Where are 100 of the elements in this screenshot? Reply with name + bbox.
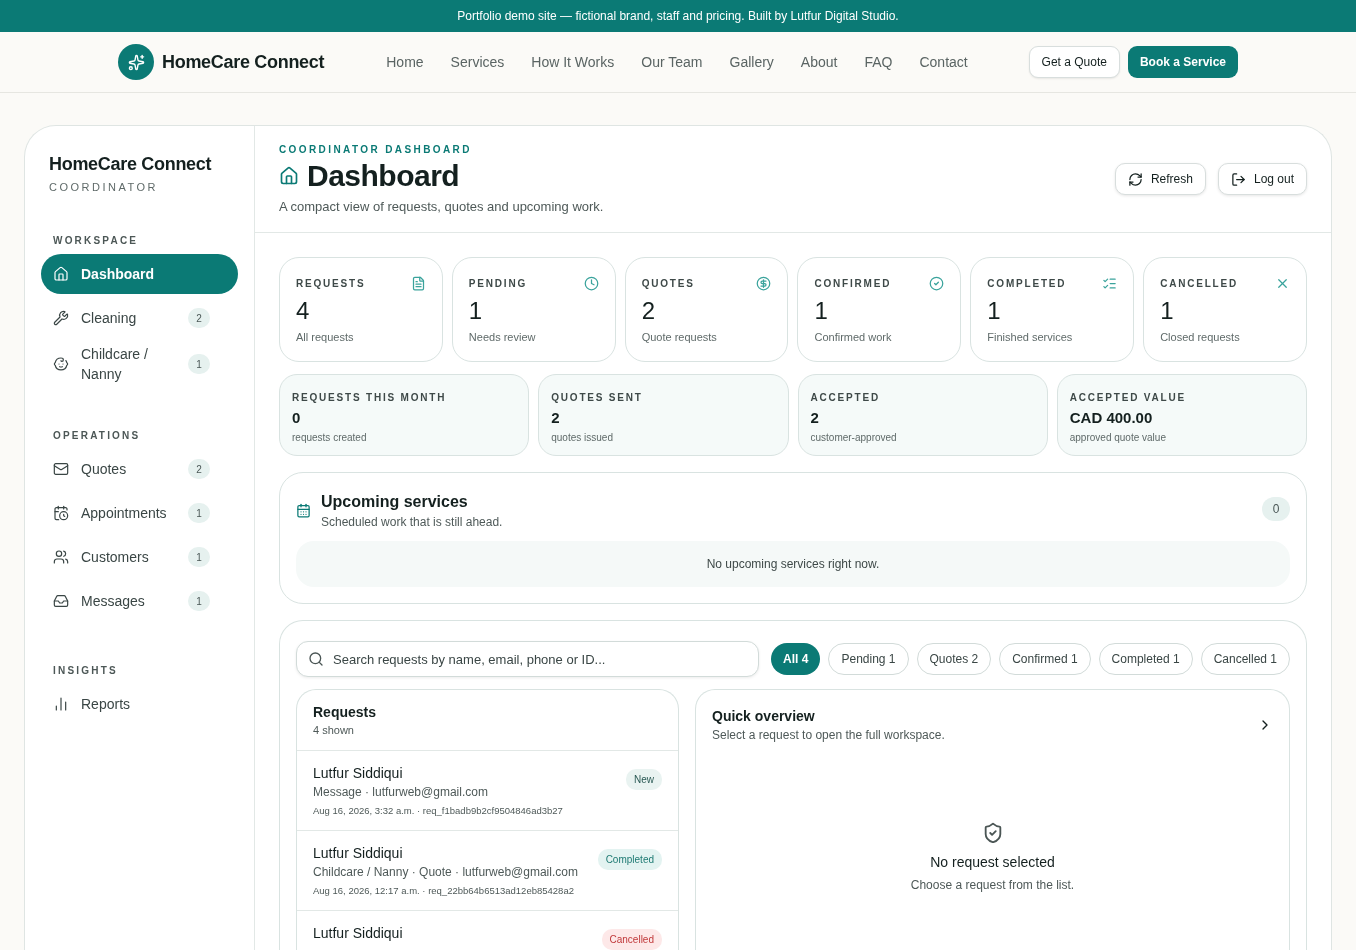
brand-name[interactable]: HomeCare Connect [162, 51, 325, 73]
stat-label: CANCELLED [1160, 278, 1239, 289]
overview-title: Quick overview [712, 708, 816, 724]
request-date: Aug 16, 2026, 3:32 a.m. · req_f1badb9b2cf9504846ad3b27 [313, 805, 564, 816]
empty-text: Choose a request from the list. [910, 878, 1075, 892]
request-row[interactable]: Lutfur Siddiqui Cancelled [297, 911, 678, 950]
inbox-icon [53, 593, 69, 609]
stat-label: QUOTES [641, 278, 695, 289]
metric-value: 2 [810, 409, 820, 426]
sidebar-item[interactable]: Dashboard [41, 254, 238, 294]
home-icon [279, 166, 299, 186]
get-quote-button[interactable]: Get a Quote [1028, 46, 1120, 78]
stat-note: Finished services [987, 331, 1074, 343]
baby-face-icon [53, 356, 69, 372]
stat-note: Closed requests [1160, 331, 1241, 343]
metric-value: 0 [292, 409, 302, 426]
filter-chip[interactable]: All 4 [771, 643, 821, 675]
stat-label: COMPLETED [987, 278, 1067, 289]
nav-link[interactable]: Our Team [641, 54, 703, 70]
calendar-clock-icon [53, 505, 69, 521]
sidebar-item[interactable]: Cleaning 2 [41, 298, 238, 338]
panel-title: Upcoming services [321, 493, 469, 511]
sidebar-item[interactable]: Appointments 1 [41, 493, 238, 533]
stat-value: 4 [296, 297, 311, 325]
list-title: Requests [313, 704, 378, 720]
sidebar-item[interactable]: Customers 1 [41, 537, 238, 577]
request-name: Lutfur Siddiqui [313, 845, 404, 861]
nav-link[interactable]: Home [386, 54, 424, 70]
metric-label: ACCEPTED [810, 392, 880, 403]
sidebar-item[interactable]: Quotes 2 [41, 449, 238, 489]
sparkle-logo-icon[interactable] [118, 44, 154, 80]
section-title: WORKSPACE [52, 235, 140, 246]
count-badge: 2 [188, 459, 210, 479]
stat-value: 1 [1160, 297, 1175, 325]
panel-subtitle: Scheduled work that is still ahead. [321, 515, 504, 529]
stat-note: Needs review [468, 331, 537, 343]
metric-note: customer-approved [810, 432, 898, 443]
empty-title: No request selected [930, 854, 1055, 870]
stat-label: REQUESTS [296, 278, 366, 289]
metric-label: ACCEPTED VALUE [1069, 392, 1186, 403]
search-field[interactable]: Search requests by name, email, phone or ID... [296, 641, 760, 677]
count-badge: 1 [188, 354, 210, 374]
request-row[interactable]: Lutfur Siddiqui Message · lutfurweb@gmail.com Aug 16, 2026, 3:32 a.m. · req_f1badb9b2cf9504846ad3b27 New [297, 751, 678, 831]
nav-link[interactable]: About [800, 54, 838, 70]
nav-link[interactable]: FAQ [864, 54, 893, 70]
metric-label: REQUESTS THIS MONTH [292, 392, 447, 403]
logout-button[interactable]: Log out [1217, 163, 1307, 195]
metric-label: QUOTES SENT [551, 392, 643, 403]
status-badge: Cancelled [601, 929, 662, 950]
empty-message: No upcoming services right now. [296, 541, 1290, 587]
sidebar-item[interactable]: Messages 1 [41, 581, 238, 621]
refresh-button[interactable]: Refresh [1114, 163, 1206, 195]
bar-chart-icon [53, 696, 69, 712]
status-badge: New [626, 769, 662, 790]
list-subtitle: 4 shown [313, 724, 355, 736]
sidebar-brand: HomeCare Connect [48, 154, 213, 175]
request-meta: Childcare / Nanny · Quote · lutfurweb@gmail.com [313, 865, 579, 879]
refresh-icon [1127, 171, 1143, 187]
filter-chip[interactable]: Cancelled 1 [1200, 643, 1290, 675]
stat-value: 1 [987, 297, 1002, 325]
metric-note: approved quote value [1069, 432, 1167, 443]
filter-chip[interactable]: Quotes 2 [916, 643, 992, 675]
home-icon [53, 266, 69, 282]
sidebar-item[interactable]: Childcare / Nanny 1 [41, 342, 238, 386]
stat-note: Confirmed work [814, 331, 893, 343]
request-row[interactable]: Lutfur Siddiqui Childcare / Nanny · Quote · lutfurweb@gmail.com Aug 16, 2026, 12:17 a.m. · req_22bb64b6513ad12eb85428a2 Completed [297, 831, 678, 911]
demo-banner: Portfolio demo site — fictional brand, staff and pricing. Built by Lutfur Digital Studio. [0, 0, 1356, 32]
calendar-icon [296, 503, 311, 518]
metric-value: 2 [551, 409, 561, 426]
filter-chip[interactable]: Completed 1 [1098, 643, 1193, 675]
logout-icon [1230, 171, 1246, 187]
stat-value: 1 [468, 297, 484, 325]
request-meta: Message · lutfurweb@gmail.com [313, 785, 489, 799]
stat-label: CONFIRMED [814, 278, 892, 289]
stat-note: All requests [296, 331, 355, 343]
filter-chip[interactable]: Confirmed 1 [999, 643, 1091, 675]
nav-link[interactable]: Contact [919, 54, 968, 70]
count-badge: 1 [188, 547, 210, 567]
nav-link[interactable]: How It Works [531, 54, 615, 70]
count-badge: 1 [188, 591, 210, 611]
metric-note: quotes issued [551, 432, 614, 443]
envelope-icon [53, 461, 69, 477]
people-icon [53, 549, 69, 565]
count-badge: 0 [1262, 497, 1290, 521]
request-name: Lutfur Siddiqui [313, 925, 404, 941]
book-service-button[interactable]: Book a Service [1127, 46, 1238, 78]
nav-link[interactable]: Gallery [729, 54, 774, 70]
request-name: Lutfur Siddiqui [313, 765, 404, 781]
status-badge: Completed [597, 849, 662, 870]
filter-chip[interactable]: Pending 1 [828, 643, 909, 675]
search-icon [308, 651, 324, 667]
page-subtitle: A compact view of requests, quotes and upcoming work. [279, 199, 605, 214]
metric-note: requests created [292, 432, 368, 443]
sidebar-item[interactable]: Reports [41, 684, 238, 724]
count-badge: 1 [188, 503, 210, 523]
overview-subtitle: Select a request to open the full workspace. [712, 728, 946, 742]
stat-value: 1 [814, 297, 829, 325]
stat-note: Quote requests [641, 331, 718, 343]
section-title: INSIGHTS [52, 665, 119, 676]
nav-link[interactable]: Services [450, 54, 505, 70]
